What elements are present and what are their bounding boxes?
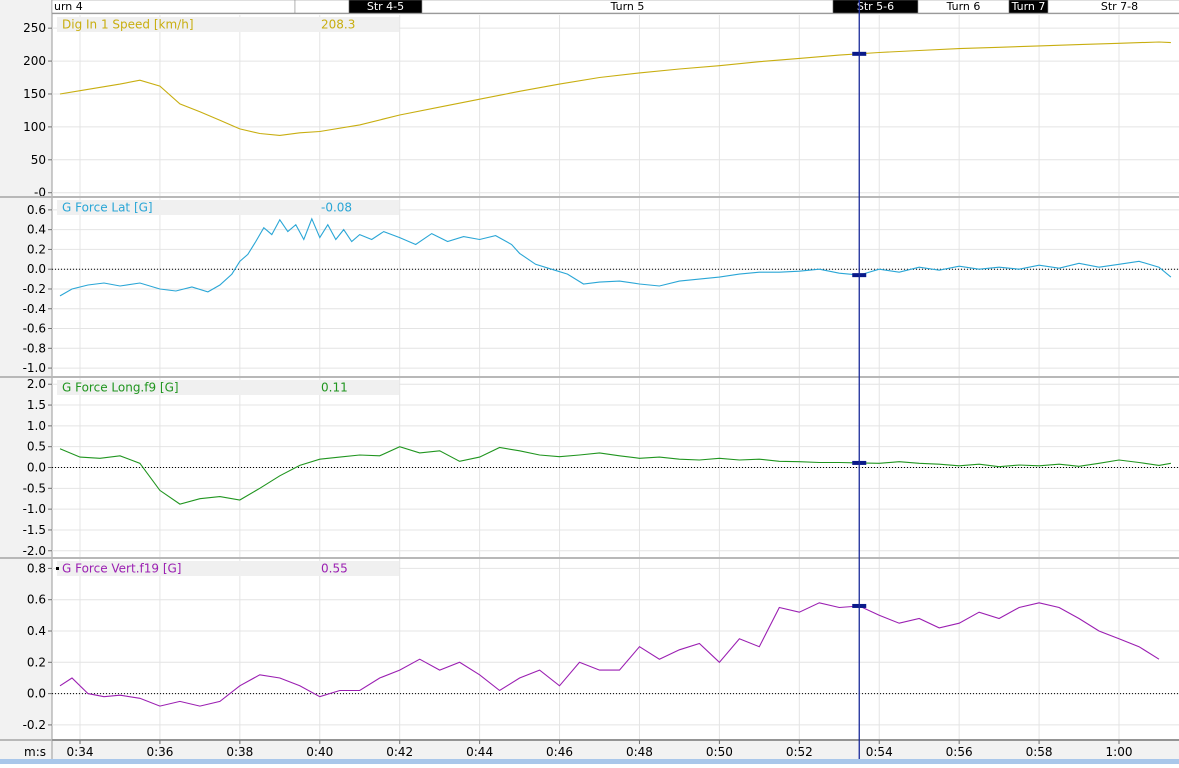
y-tick-label: 200 xyxy=(23,54,46,68)
y-tick-label: 0.6 xyxy=(27,593,46,607)
segment-label: Turn 7 xyxy=(1011,0,1046,13)
y-tick-label: 150 xyxy=(23,87,46,101)
y-tick-label: 0.5 xyxy=(27,440,46,454)
y-tick-label: 250 xyxy=(23,21,46,35)
y-tick-label: -0.8 xyxy=(23,341,46,355)
y-tick-label: -1.0 xyxy=(23,502,46,516)
channel-name: Dig In 1 Speed [km/h] xyxy=(62,18,194,32)
y-tick-label: 0.6 xyxy=(27,203,46,217)
channel-legend[interactable]: G Force Lat [G] -0.08 xyxy=(57,200,399,215)
x-tick-label: 0:52 xyxy=(786,745,813,759)
segment-0[interactable]: urn 4 xyxy=(51,0,296,14)
channel-cursor-value: 0.11 xyxy=(321,381,348,395)
x-tick-label: 0:36 xyxy=(146,745,173,759)
x-tick-label: 0:46 xyxy=(546,745,573,759)
y-tick-label: 0.8 xyxy=(27,561,46,575)
telemetry-chart: urn 4 Str 4-5 Turn 5 Str 5-6 Turn 6 Turn 7 Str… xyxy=(0,0,1179,764)
segment-label: Turn 5 xyxy=(610,0,645,13)
y-tick-label: 0.4 xyxy=(27,223,46,237)
segment-1[interactable] xyxy=(294,0,350,14)
y-tick-label: 1.0 xyxy=(27,419,46,433)
y-tick-label: 0.2 xyxy=(27,655,46,669)
channel-name: G Force Long.f9 [G] xyxy=(62,381,179,395)
channel-legend[interactable]: Dig In 1 Speed [km/h] 208.3 xyxy=(57,17,399,32)
segment-7[interactable]: Str 7-8 xyxy=(1047,0,1179,14)
x-tick-label: 0:48 xyxy=(626,745,653,759)
y-tick-label: 2.0 xyxy=(27,377,46,391)
y-tick-label: -0.2 xyxy=(23,282,46,296)
x-tick-label: 0:34 xyxy=(67,745,94,759)
channel-cursor-value: 208.3 xyxy=(321,18,355,32)
y-tick-label: 100 xyxy=(23,120,46,134)
channel-legend[interactable]: G Force Vert.f19 [G] 0.55 xyxy=(57,561,399,576)
x-tick-label: 0:42 xyxy=(386,745,413,759)
y-tick-label: -1.0 xyxy=(23,361,46,375)
x-tick-label: 0:54 xyxy=(866,745,893,759)
segment-label: Str 5-6 xyxy=(857,0,894,13)
y-tick-label: 50 xyxy=(31,153,46,167)
y-tick-label: 0.0 xyxy=(27,687,46,701)
x-tick-label: 0:40 xyxy=(306,745,333,759)
y-tick-label: 0.0 xyxy=(27,262,46,276)
y-tick-label: -0.5 xyxy=(23,481,46,495)
segment-label: Str 4-5 xyxy=(367,0,404,13)
x-tick-label: 0:50 xyxy=(706,745,733,759)
x-tick-label: 0:44 xyxy=(466,745,493,759)
y-tick-label: 0.2 xyxy=(27,242,46,256)
track-segment-bar: urn 4 Str 4-5 Turn 5 Str 5-6 Turn 6 Turn 7 Str… xyxy=(51,0,1179,14)
y-tick-label: -1.5 xyxy=(23,523,46,537)
channel-cursor-value: 0.55 xyxy=(321,562,348,576)
y-tick-label: -2.0 xyxy=(23,544,46,558)
segment-label: Turn 6 xyxy=(946,0,981,13)
segment-label: urn 4 xyxy=(54,0,83,13)
segment-6[interactable]: Turn 7 xyxy=(1008,0,1049,14)
segment-5[interactable]: Turn 6 xyxy=(917,0,1010,14)
segment-4[interactable]: Str 5-6 xyxy=(832,0,919,14)
channel-name: G Force Lat [G] xyxy=(62,201,153,215)
channel-legend[interactable]: G Force Long.f9 [G] 0.11 xyxy=(57,380,399,395)
x-tick-label: 0:56 xyxy=(946,745,973,759)
x-tick-label: 0:58 xyxy=(1026,745,1053,759)
segment-2[interactable]: Str 4-5 xyxy=(348,0,423,14)
segment-3[interactable]: Turn 5 xyxy=(421,0,834,14)
segment-label: Str 7-8 xyxy=(1101,0,1138,13)
y-tick-label: 0.4 xyxy=(27,624,46,638)
y-tick-label: 1.5 xyxy=(27,398,46,412)
y-tick-label: -0.6 xyxy=(23,322,46,336)
telemetry-chart-window: urn 4 Str 4-5 Turn 5 Str 5-6 Turn 6 Turn 7 Str… xyxy=(0,0,1179,764)
y-tick-label: -0.4 xyxy=(23,302,46,316)
channel-cursor-value: -0.08 xyxy=(321,201,352,215)
x-tick-label: 1:00 xyxy=(1106,745,1133,759)
y-tick-label: 0.0 xyxy=(27,461,46,475)
x-axis-unit-label: m:s xyxy=(24,745,46,759)
y-tick-label: -0.2 xyxy=(23,718,46,732)
x-tick-label: 0:38 xyxy=(226,745,253,759)
channel-name: G Force Vert.f19 [G] xyxy=(62,562,181,576)
